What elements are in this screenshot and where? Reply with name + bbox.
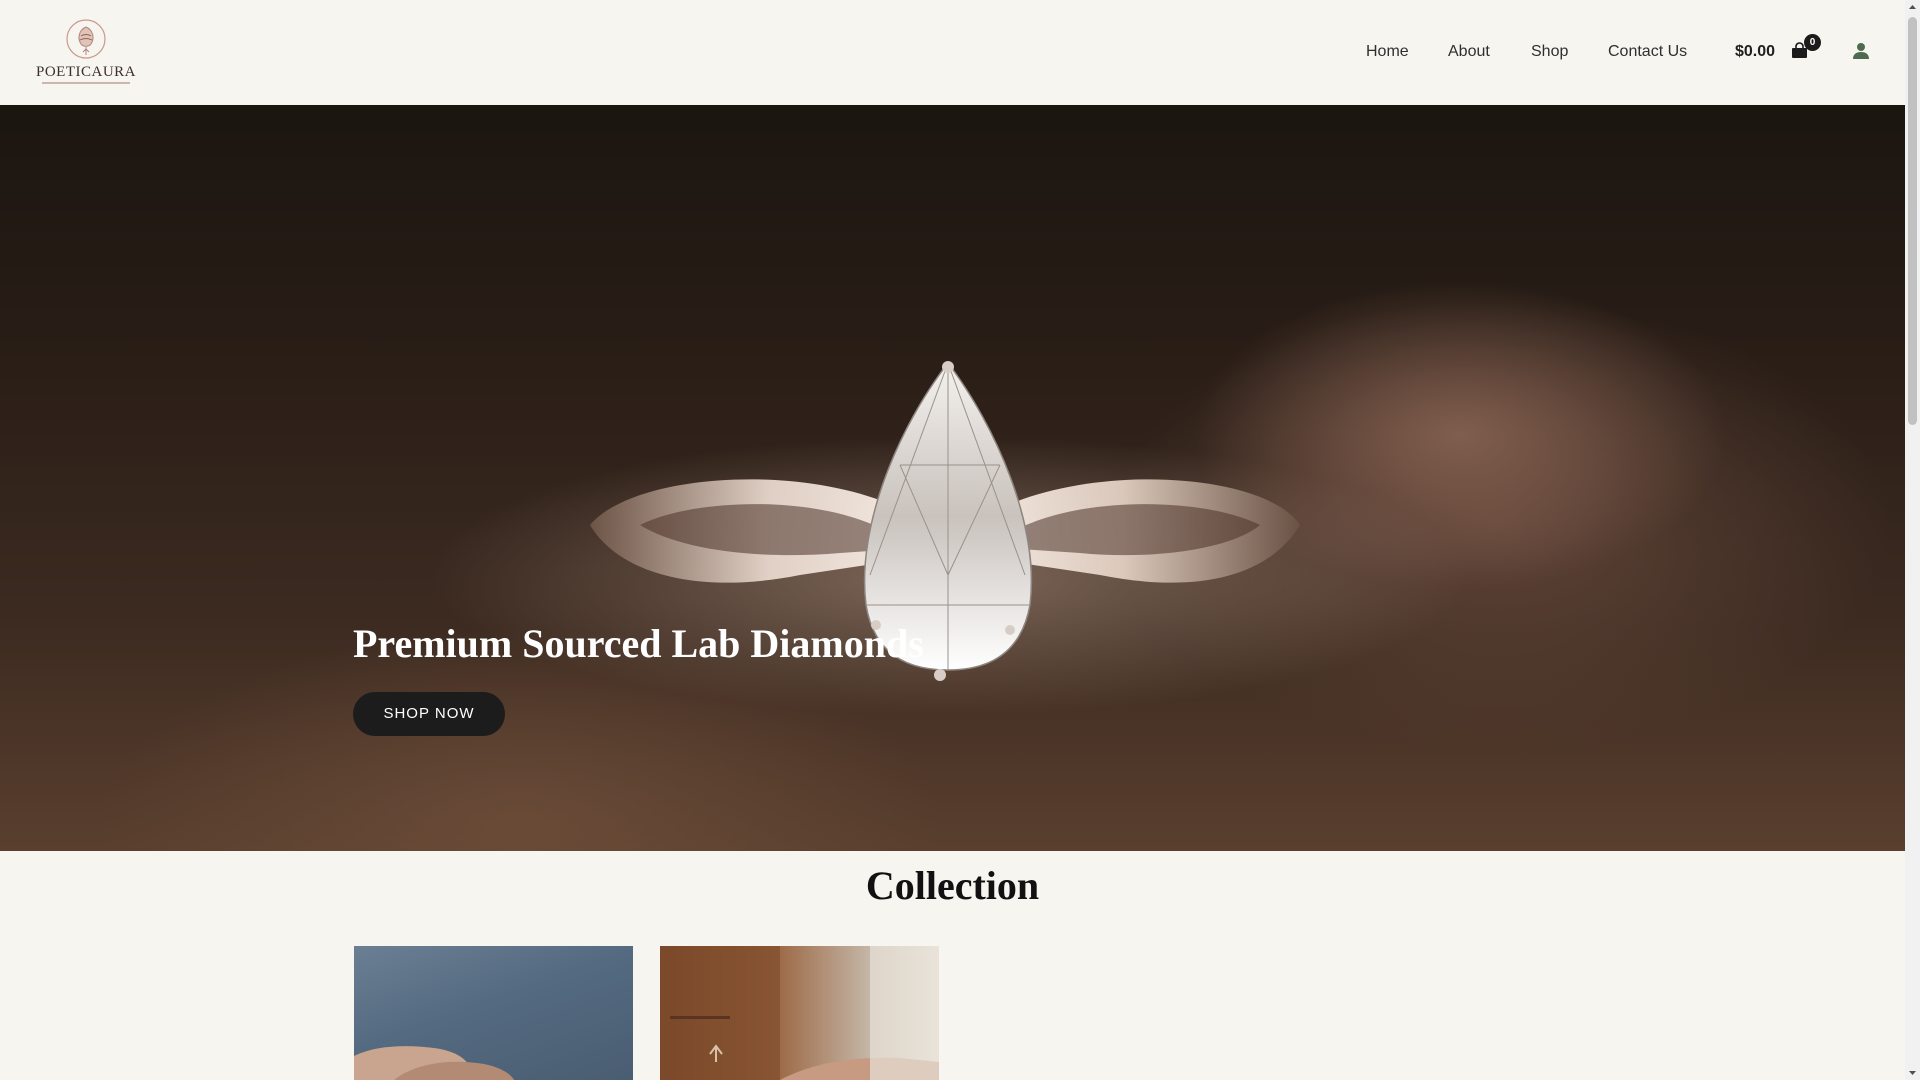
nav-contact-us[interactable]: Contact Us	[1608, 40, 1687, 64]
page-scrollbar[interactable]	[1905, 0, 1920, 1080]
cart-count-badge: 0	[1804, 34, 1821, 51]
shop-now-button[interactable]: SHOP NOW	[353, 692, 505, 736]
scroll-thumb[interactable]	[1908, 17, 1917, 425]
cart-total[interactable]: $0.00	[1735, 43, 1775, 61]
logo-wordmark: POETICAURA	[36, 64, 137, 80]
collection-image	[354, 1046, 514, 1080]
site-header: POETICAURA Home About Shop Contact Us $0…	[0, 0, 1905, 105]
hero-banner: Premium Sourced Lab Diamonds SHOP NOW	[0, 105, 1905, 851]
collection-image	[660, 946, 939, 1080]
collection-card[interactable]	[354, 946, 633, 1080]
collection-card[interactable]	[660, 946, 939, 1080]
nav-about[interactable]: About	[1448, 40, 1490, 64]
page: POETICAURA Home About Shop Contact Us $0…	[0, 0, 1905, 1080]
collection-heading: Collection	[865, 863, 1040, 908]
nav-shop[interactable]: Shop	[1531, 40, 1568, 64]
rose-logo-icon	[66, 19, 106, 59]
hero-title: Premium Sourced Lab Diamonds	[353, 621, 924, 666]
diamond-ring-image	[430, 361, 1470, 715]
nav-home[interactable]: Home	[1366, 40, 1409, 64]
scroll-down-arrow-icon[interactable]	[1905, 1065, 1920, 1080]
logo-tagline-rule	[42, 82, 130, 84]
user-icon[interactable]	[1852, 42, 1870, 60]
site-logo[interactable]: POETICAURA	[36, 16, 136, 86]
scroll-up-arrow-icon[interactable]	[1905, 0, 1920, 15]
